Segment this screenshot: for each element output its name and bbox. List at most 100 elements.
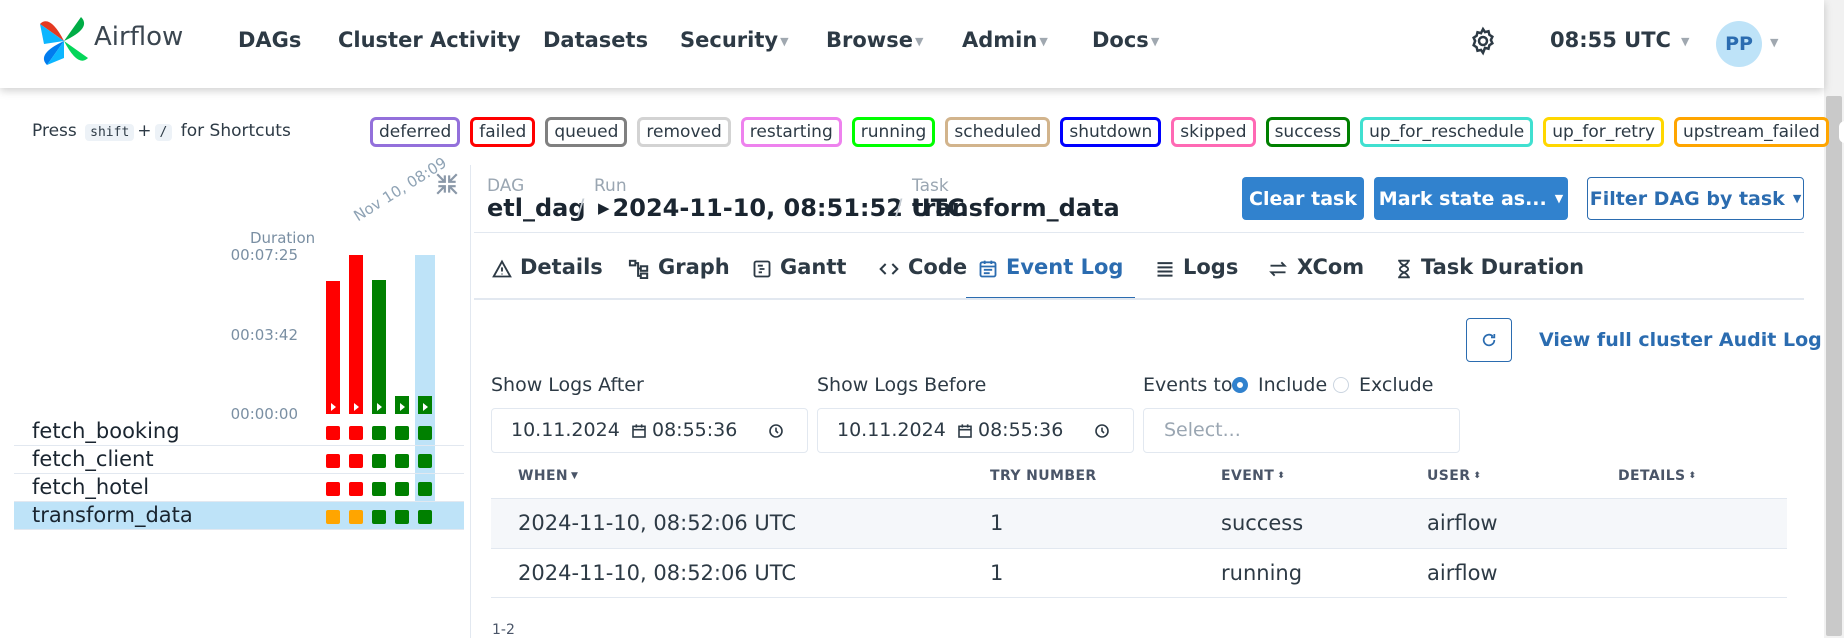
- timezone-clock[interactable]: 08:55 UTC ▼: [1550, 28, 1689, 52]
- exclude-radio[interactable]: [1333, 377, 1349, 393]
- refresh-button[interactable]: [1466, 318, 1512, 362]
- column-event[interactable]: EVENT ⬍: [1221, 468, 1285, 484]
- tab-graph[interactable]: Graph: [616, 255, 742, 300]
- run-duration-bar[interactable]: [326, 281, 340, 414]
- run-duration-bar[interactable]: [395, 396, 409, 414]
- clear-task-button[interactable]: Clear task: [1242, 177, 1364, 220]
- task-instance-cell[interactable]: [372, 510, 386, 524]
- task-instance-cell[interactable]: [349, 482, 363, 496]
- breadcrumb-run[interactable]: ▶ 2024-11-10, 08:51:52 UTC: [598, 194, 965, 222]
- state-badge-success[interactable]: success: [1265, 117, 1351, 147]
- audit-log-link[interactable]: View full cluster Audit Log: [1539, 329, 1822, 351]
- state-badge-running[interactable]: running: [851, 117, 936, 147]
- state-badge-removed[interactable]: removed: [637, 117, 731, 147]
- run-duration-bar[interactable]: [418, 396, 432, 414]
- state-badge-up-for-reschedule[interactable]: up_for_reschedule: [1360, 117, 1534, 147]
- task-instance-cell[interactable]: [372, 482, 386, 496]
- state-badge-deferred[interactable]: deferred: [370, 117, 461, 147]
- breadcrumb-dag[interactable]: etl_dag: [487, 194, 586, 222]
- exclude-label[interactable]: Exclude: [1359, 374, 1433, 396]
- page-scrollbar-thumb[interactable]: [1826, 96, 1842, 636]
- task-name[interactable]: fetch_client: [32, 447, 154, 471]
- state-badge-up-for-retry[interactable]: up_for_retry: [1543, 117, 1664, 147]
- chevron-down-icon: ▼: [780, 34, 789, 48]
- calendar-picker-icon[interactable]: [957, 423, 973, 439]
- tab-event-log[interactable]: Event Log: [966, 255, 1136, 300]
- user-avatar[interactable]: PP: [1716, 21, 1762, 67]
- task-row-fetch-hotel[interactable]: fetch_hotel: [14, 474, 464, 502]
- task-name[interactable]: fetch_hotel: [32, 475, 149, 499]
- task-instance-cell[interactable]: [395, 482, 409, 496]
- brand-name[interactable]: Airflow: [94, 22, 183, 52]
- clock-icon[interactable]: [1094, 423, 1110, 439]
- task-row-fetch-booking[interactable]: fetch_booking: [14, 418, 464, 446]
- nav-admin[interactable]: Admin ▼: [962, 28, 1048, 52]
- task-row-transform-data[interactable]: transform_data: [14, 502, 464, 530]
- chevron-down-icon[interactable]: ▼: [1770, 36, 1778, 49]
- mark-state-button[interactable]: Mark state as... ▼: [1374, 177, 1568, 220]
- breadcrumb-task[interactable]: transform_data: [912, 194, 1120, 222]
- task-instance-cell[interactable]: [372, 454, 386, 468]
- state-badge-failed[interactable]: failed: [470, 117, 536, 147]
- state-badge-queued[interactable]: queued: [545, 117, 628, 147]
- run-duration-bar[interactable]: [372, 280, 386, 414]
- task-instance-cell[interactable]: [395, 510, 409, 524]
- column-try-number[interactable]: TRY NUMBER: [990, 468, 1097, 484]
- state-badge-no-status[interactable]: no_status: [1838, 121, 1844, 143]
- column-user[interactable]: USER ⬍: [1427, 468, 1481, 484]
- state-legend: deferred failed queued removed restarting run…: [370, 117, 1844, 147]
- clock-icon[interactable]: [768, 423, 784, 439]
- task-instance-cell[interactable]: [418, 454, 432, 468]
- tab-gantt[interactable]: Gantt: [740, 255, 858, 300]
- task-name[interactable]: fetch_booking: [32, 419, 180, 443]
- task-instance-cell[interactable]: [349, 426, 363, 440]
- tab-code[interactable]: Code: [866, 255, 979, 300]
- chevron-down-icon: ▼: [914, 34, 924, 48]
- tab-logs[interactable]: Logs: [1143, 255, 1250, 300]
- calendar-picker-icon[interactable]: [631, 423, 647, 439]
- state-badge-scheduled[interactable]: scheduled: [945, 117, 1051, 147]
- nav-browse[interactable]: Browse ▼: [826, 28, 923, 52]
- task-instance-cell[interactable]: [326, 510, 340, 524]
- breadcrumb-separator: /: [895, 196, 903, 221]
- tab-details[interactable]: Details: [480, 255, 615, 300]
- task-name[interactable]: transform_data: [32, 503, 193, 527]
- show-logs-before-input[interactable]: 10.11.2024 08:55:36: [817, 408, 1134, 453]
- task-instance-cell[interactable]: [418, 482, 432, 496]
- airflow-logo-icon[interactable]: [36, 14, 92, 68]
- state-badge-skipped[interactable]: skipped: [1171, 117, 1256, 147]
- task-instance-cell[interactable]: [326, 426, 340, 440]
- task-instance-cell[interactable]: [395, 426, 409, 440]
- nav-security[interactable]: Security ▼: [680, 28, 789, 52]
- filter-dag-by-task-button[interactable]: Filter DAG by task ▼: [1587, 177, 1804, 220]
- task-instance-cell[interactable]: [372, 426, 386, 440]
- state-badge-restarting[interactable]: restarting: [740, 117, 842, 147]
- task-instance-cell[interactable]: [326, 454, 340, 468]
- panel-divider[interactable]: [470, 165, 471, 638]
- task-instance-cell[interactable]: [349, 510, 363, 524]
- task-instance-cell[interactable]: [418, 426, 432, 440]
- play-icon: [400, 403, 405, 411]
- task-instance-cell[interactable]: [418, 510, 432, 524]
- play-icon: [377, 403, 382, 411]
- nav-datasets[interactable]: Datasets: [543, 28, 648, 52]
- state-badge-upstream-failed[interactable]: upstream_failed: [1674, 117, 1829, 147]
- show-logs-after-input[interactable]: 10.11.2024 08:55:36: [491, 408, 808, 453]
- nav-dags[interactable]: DAGs: [238, 28, 301, 52]
- task-instance-cell[interactable]: [326, 482, 340, 496]
- nav-docs[interactable]: Docs ▼: [1092, 28, 1159, 52]
- task-instance-cell[interactable]: [349, 454, 363, 468]
- task-row-fetch-client[interactable]: fetch_client: [14, 446, 464, 474]
- nav-cluster-activity[interactable]: Cluster Activity: [338, 28, 521, 52]
- include-radio[interactable]: [1232, 377, 1248, 393]
- task-instance-cell[interactable]: [395, 454, 409, 468]
- include-label[interactable]: Include: [1258, 374, 1327, 396]
- column-details[interactable]: DETAILS ⬍: [1618, 468, 1696, 484]
- column-when[interactable]: WHEN ▼: [518, 468, 578, 484]
- tab-task-duration[interactable]: Task Duration: [1383, 255, 1596, 300]
- events-select[interactable]: Select...: [1143, 408, 1460, 453]
- state-badge-shutdown[interactable]: shutdown: [1060, 117, 1162, 147]
- tab-xcom[interactable]: XCom: [1255, 255, 1376, 300]
- run-duration-bar[interactable]: [349, 255, 363, 414]
- gear-icon[interactable]: [1468, 26, 1498, 56]
